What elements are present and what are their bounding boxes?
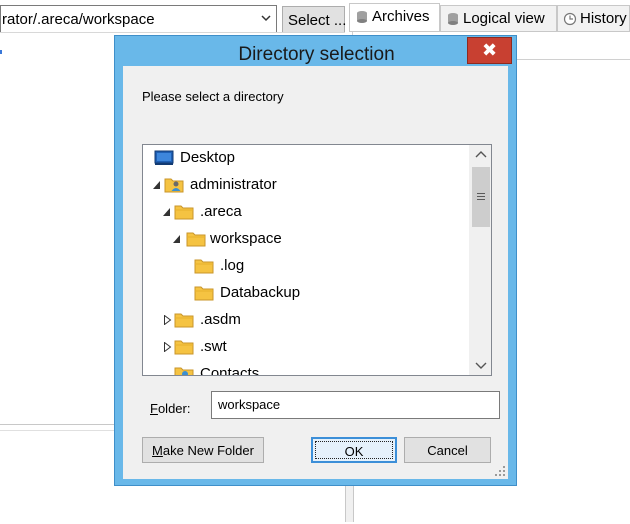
tree-item-workspace[interactable]: workspace — [172, 227, 287, 251]
tree-item-label: .asdm — [200, 311, 241, 328]
tree-item-label: Contacts — [200, 365, 260, 376]
tree-item-areca[interactable]: .areca — [162, 200, 252, 224]
database-icon — [357, 11, 367, 23]
tree-item-label: Desktop — [180, 149, 236, 166]
dialog-title: Directory selection — [238, 44, 395, 65]
folder-label: Folder: — [150, 401, 191, 416]
make-new-folder-label: Make New Folder — [152, 443, 254, 458]
expanded-triangle-icon[interactable] — [152, 180, 161, 190]
database-icon — [448, 13, 458, 25]
tree-item-swt[interactable]: .swt — [163, 335, 253, 359]
select-button[interactable]: Select ... — [282, 6, 346, 33]
make-new-folder-button[interactable]: Make New Folder — [142, 437, 264, 463]
folder-icon — [186, 232, 206, 247]
tree-item-label: .log — [220, 257, 245, 274]
collapsed-triangle-icon[interactable] — [163, 315, 172, 325]
close-button[interactable]: ✖ — [467, 37, 512, 64]
folder-icon — [174, 313, 194, 328]
folder-icon — [174, 205, 194, 220]
folder-icon — [194, 259, 214, 274]
folder-icon — [194, 286, 214, 301]
dialog-body: Please select a directory Desktop admini… — [123, 66, 508, 479]
path-value: rator/.areca/workspace — [2, 11, 155, 28]
tree-item-label: .areca — [200, 203, 242, 220]
tab-label: Logical view — [463, 10, 545, 27]
clock-icon — [563, 12, 577, 26]
close-icon: ✖ — [481, 40, 498, 60]
expanded-triangle-icon[interactable] — [162, 207, 171, 217]
ok-button[interactable]: OK — [311, 437, 397, 463]
cancel-button[interactable]: Cancel — [404, 437, 491, 463]
tree-item-label: Databackup — [220, 284, 301, 301]
collapsed-triangle-icon[interactable] — [163, 342, 172, 352]
cancel-label: Cancel — [427, 443, 468, 458]
resize-grip-icon[interactable] — [494, 465, 506, 477]
desktop-icon — [154, 150, 174, 165]
tree-item-label: administrator — [190, 176, 277, 193]
contacts-folder-icon — [174, 367, 194, 375]
folder-icon — [174, 340, 194, 355]
tab-logical-view[interactable]: Logical view — [440, 5, 557, 31]
chevron-down-icon[interactable] — [260, 12, 272, 24]
tree-item-label: workspace — [210, 230, 282, 247]
directory-tree[interactable]: Desktop administrator .areca workspace .… — [142, 144, 492, 376]
tree-item-contacts[interactable]: Contacts — [174, 362, 274, 376]
path-combo[interactable]: rator/.areca/workspace — [0, 5, 277, 33]
chevron-down-icon[interactable] — [471, 355, 491, 375]
tree-item-log[interactable]: .log — [194, 254, 264, 278]
tab-label: Archives — [372, 8, 430, 25]
tree-item-label: .swt — [200, 338, 227, 355]
tree-item-desktop[interactable]: Desktop — [154, 146, 264, 170]
tree-marker — [0, 50, 2, 54]
ok-label: OK — [344, 444, 364, 459]
directory-selection-dialog: Directory selection ✖ Please select a di… — [114, 35, 517, 486]
tree-scrollbar[interactable] — [469, 145, 491, 375]
scrollbar-thumb[interactable] — [472, 167, 490, 227]
folder-input-value: workspace — [218, 397, 281, 412]
left-panel-divider — [0, 32, 345, 33]
dialog-prompt: Please select a directory — [142, 89, 284, 104]
tree-item-databackup[interactable]: Databackup — [194, 281, 314, 305]
user-folder-icon — [164, 178, 184, 193]
chevron-up-icon[interactable] — [471, 145, 491, 165]
tree-item-administrator[interactable]: administrator — [152, 173, 292, 197]
tree-item-asdm[interactable]: .asdm — [163, 308, 253, 332]
expanded-triangle-icon[interactable] — [172, 234, 181, 244]
tab-history[interactable]: History — [557, 5, 630, 31]
folder-input[interactable]: workspace — [211, 391, 500, 419]
tab-label: History — [580, 10, 627, 27]
tab-archives[interactable]: Archives — [349, 3, 440, 32]
